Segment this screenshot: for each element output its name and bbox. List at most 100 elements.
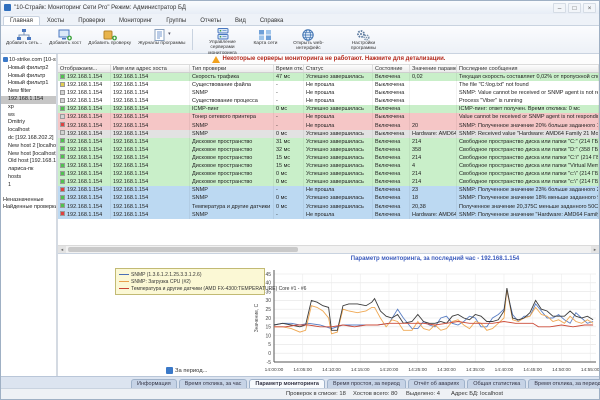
host-tree-sidebar: 10-strike.com [10-strike.com] Новый фильт… — [1, 54, 58, 376]
monitoring-warning-bar[interactable]: Некоторые серверы мониторинга не работаю… — [58, 54, 599, 64]
row-status: Успешно завершилась — [304, 170, 373, 178]
row-host: 192.168.1.154 — [111, 113, 190, 121]
row-parameter-value: 214 — [410, 154, 457, 162]
period-button[interactable]: За период... — [166, 367, 207, 374]
menu-tab-reports[interactable]: Отчеты — [193, 16, 228, 25]
sidebar-item-9[interactable]: localhost — [1, 127, 56, 135]
sidebar-item-10[interactable]: dc [192.168.202.2] — [1, 135, 56, 143]
dropdown-arrow-icon[interactable]: ▾ — [168, 32, 171, 38]
table-row[interactable]: 192.168.1.154192.168.1.154SNMP-Не прошла… — [58, 89, 599, 97]
menu-tab-groups[interactable]: Группы — [159, 16, 193, 25]
table-row[interactable]: 192.168.1.154192.168.1.154SNMP-Не прошла… — [58, 122, 599, 130]
table-row[interactable]: 192.168.1.154192.168.1.154SNMP0 мсУспешн… — [58, 194, 599, 202]
sidebar-item-18[interactable]: Найденные проверки — [1, 204, 56, 212]
sidebar-item-4[interactable]: New filter — [1, 88, 56, 96]
column-header-3[interactable]: Время отк... — [274, 65, 304, 72]
host-icon — [58, 29, 72, 41]
close-button[interactable]: × — [583, 3, 596, 13]
sidebar-item-2[interactable]: Новый фильтр — [1, 73, 56, 81]
table-row[interactable]: 192.168.1.154192.168.1.154ICMP-пинг0 мсУ… — [58, 105, 599, 113]
sidebar-item-6[interactable]: xp — [1, 104, 56, 112]
table-row[interactable]: 192.168.1.154192.168.1.154Дисковое прост… — [58, 138, 599, 146]
row-display-host: 192.168.1.154 — [67, 212, 102, 218]
row-response-time: 0 мс — [274, 105, 304, 113]
x-tick-label: 14:50:00 — [552, 367, 571, 373]
row-state: Включена — [373, 154, 410, 162]
open-web-interface-button[interactable]: Открыть web-интерфейс — [281, 27, 335, 52]
bottom-tab-bar: ИнформацияВремя отклика, за часПараметр … — [1, 376, 599, 388]
column-header-0[interactable]: Отображаем... — [58, 65, 111, 72]
table-row[interactable]: 192.168.1.154192.168.1.154Температура и … — [58, 203, 599, 211]
menu-tab-help[interactable]: Справка — [253, 16, 291, 25]
main-toolbar: Добавить сеть... Добавить хост Добавить пр… — [1, 26, 599, 54]
column-header-1[interactable]: Имя или адрес хоста — [111, 65, 190, 72]
scroll-left-arrow[interactable]: ◄ — [58, 246, 66, 253]
table-row[interactable]: 192.168.1.154192.168.1.154Дисковое прост… — [58, 146, 599, 154]
table-row[interactable]: 192.168.1.154192.168.1.154SNMP-Не прошла… — [58, 186, 599, 194]
menu-tab-monitoring[interactable]: Мониторинг — [112, 16, 159, 25]
sidebar-item-5[interactable]: 192.168.1.154 — [1, 96, 56, 104]
sidebar-item-11[interactable]: New host 2 [localhost] — [1, 143, 56, 151]
column-header-4[interactable]: Статус — [304, 65, 373, 72]
sidebar-item-13[interactable]: Old host [192.168.1.153] — [1, 158, 56, 166]
sidebar-item-17[interactable]: Неназначенные — [1, 197, 56, 205]
manage-monitoring-servers-button[interactable]: Управление серверами мониторинга — [196, 27, 250, 52]
bottom-tab-response-time-hour[interactable]: Время отклика, за час — [179, 379, 248, 388]
menu-tab-home[interactable]: Главная — [3, 16, 40, 25]
network-map-button[interactable]: Карта сети — [251, 27, 281, 52]
menu-tab-hosts[interactable]: Хосты — [40, 16, 71, 25]
sidebar-item-label: 192.168.1.154 — [8, 96, 43, 102]
table-row[interactable]: 192.168.1.154192.168.1.154SNMP-Не прошла… — [58, 211, 599, 219]
table-row[interactable]: 192.168.1.154192.168.1.154Дисковое прост… — [58, 170, 599, 178]
bottom-tab-info[interactable]: Информация — [131, 379, 177, 388]
bottom-tab-overall-statistics[interactable]: Общая статистика — [467, 379, 526, 388]
row-last-message: Свободное пространство диска или папки "… — [457, 162, 599, 170]
add-host-button[interactable]: Добавить хост — [46, 27, 84, 52]
bottom-tab-crash-report[interactable]: Отчёт об авариях — [408, 379, 465, 388]
add-check-button[interactable]: Добавить проверку — [85, 27, 134, 52]
scrollbar-thumb[interactable] — [68, 247, 298, 252]
maximize-button[interactable]: □ — [568, 3, 581, 13]
sidebar-item-0[interactable]: 10-strike.com [10-strike.com] — [1, 57, 56, 65]
sidebar-item-7[interactable]: ws — [1, 112, 56, 120]
column-header-2[interactable]: Тип проверки — [190, 65, 274, 72]
menu-tab-view[interactable]: Вид — [228, 16, 253, 25]
row-state: Включена — [373, 162, 410, 170]
column-header-7[interactable]: Последние сообщения — [457, 65, 599, 72]
minimize-button[interactable]: – — [553, 3, 566, 13]
sidebar-item-3[interactable]: Новый фильтр1 — [1, 80, 56, 88]
sidebar-item-1[interactable]: Новый фильтр2 — [1, 65, 56, 73]
row-host: 192.168.1.154 — [111, 154, 190, 162]
row-status: Не прошла — [304, 186, 373, 194]
table-row[interactable]: 192.168.1.154192.168.1.154SNMP0 мсУспешн… — [58, 130, 599, 138]
table-row[interactable]: 192.168.1.154192.168.1.154Существование … — [58, 81, 599, 89]
sidebar-item-16[interactable]: 1 — [1, 182, 56, 190]
bottom-tab-response-time-period[interactable]: Время отклика, за период — [528, 379, 600, 388]
table-row[interactable]: 192.168.1.154192.168.1.154Дисковое прост… — [58, 154, 599, 162]
add-host-label: Добавить хост — [49, 41, 81, 46]
sidebar-item-8[interactable]: Dmitriy — [1, 119, 56, 127]
table-row[interactable]: 192.168.1.154192.168.1.154Дисковое прост… — [58, 162, 599, 170]
bottom-tab-monitoring-parameter[interactable]: Параметр мониторинга — [249, 379, 325, 388]
table-row[interactable]: 192.168.1.154192.168.1.154Тонер сетевого… — [58, 113, 599, 121]
row-host: 192.168.1.154 — [111, 89, 190, 97]
column-header-5[interactable]: Состояние — [373, 65, 410, 72]
program-settings-button[interactable]: Настройки программы — [336, 27, 390, 52]
bottom-tab-downtime-period[interactable]: Время простоя, за период — [327, 379, 406, 388]
row-status: Не прошла — [304, 81, 373, 89]
menu-tab-checks[interactable]: Проверки — [71, 16, 112, 25]
add-network-button[interactable]: Добавить сеть... — [3, 27, 45, 52]
sidebar-item-15[interactable]: hosts — [1, 174, 56, 182]
program-logs-button[interactable]: ▾Журналы программы — [135, 27, 188, 52]
table-row[interactable]: 192.168.1.154192.168.1.154Скорость трафи… — [58, 73, 599, 81]
row-response-time: - — [274, 186, 304, 194]
table-row[interactable]: 192.168.1.154192.168.1.154Дисковое прост… — [58, 178, 599, 186]
sidebar-item-label: 10-strike.com [10-strike.com] — [9, 57, 56, 63]
scroll-right-arrow[interactable]: ► — [591, 246, 599, 253]
sidebar-item-12[interactable]: New host [localhost] — [1, 151, 56, 159]
table-horizontal-scrollbar[interactable]: ◄ ► — [58, 245, 599, 253]
sidebar-item-14[interactable]: лариса-пк — [1, 166, 56, 174]
table-row[interactable]: 192.168.1.154192.168.1.154Существование … — [58, 97, 599, 105]
column-header-6[interactable]: Значение парамет... — [410, 65, 457, 72]
row-state: Включена — [373, 73, 410, 81]
